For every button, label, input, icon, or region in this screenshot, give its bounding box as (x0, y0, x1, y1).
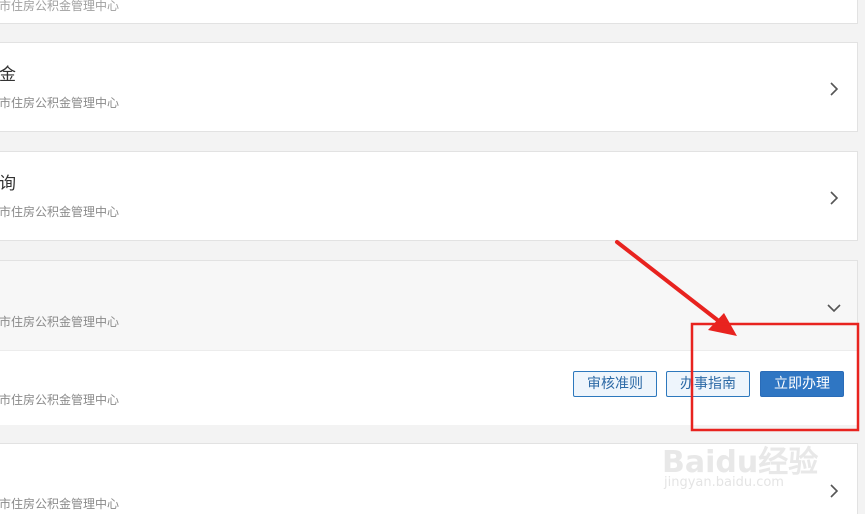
list-item[interactable]: 市住房公积金管理中心 (0, 0, 858, 24)
item-subtitle: 市住房公积金管理中心 (0, 315, 120, 329)
item-subtitle: 市住房公积金管理中心 (0, 205, 120, 219)
page: 市住房公积金管理中心 金 市住房公积金管理中心 询 市住房公积金管理中心 市住房… (0, 0, 865, 514)
review-rules-button[interactable]: 审核准则 (573, 371, 657, 397)
expanded-detail-panel: 市住房公积金管理中心 审核准则 办事指南 立即办理 (0, 350, 857, 425)
chevron-right-icon[interactable] (823, 78, 845, 100)
list-item-expanded[interactable]: 市住房公积金管理中心 市住房公积金管理中心 审核准则 办事指南 立即办理 (0, 260, 858, 425)
chevron-right-icon[interactable] (823, 187, 845, 209)
guide-button[interactable]: 办事指南 (666, 371, 750, 397)
item-subtitle: 市住房公积金管理中心 (0, 0, 120, 13)
item-title: 金 (0, 65, 16, 85)
watermark-url: jingyan.baidu.com (664, 475, 784, 490)
list-item[interactable]: 询 市住房公积金管理中心 (0, 151, 858, 241)
list-item[interactable]: 金 市住房公积金管理中心 (0, 42, 858, 132)
item-title: 询 (0, 174, 16, 194)
apply-now-button[interactable]: 立即办理 (760, 371, 844, 397)
chevron-down-icon[interactable] (823, 297, 845, 319)
item-subtitle: 市住房公积金管理中心 (0, 96, 120, 110)
item-subtitle: 市住房公积金管理中心 (0, 497, 120, 511)
detail-subtitle: 市住房公积金管理中心 (0, 393, 120, 407)
baidu-watermark: Baidu经验 jingyan.baidu.com (662, 433, 842, 495)
